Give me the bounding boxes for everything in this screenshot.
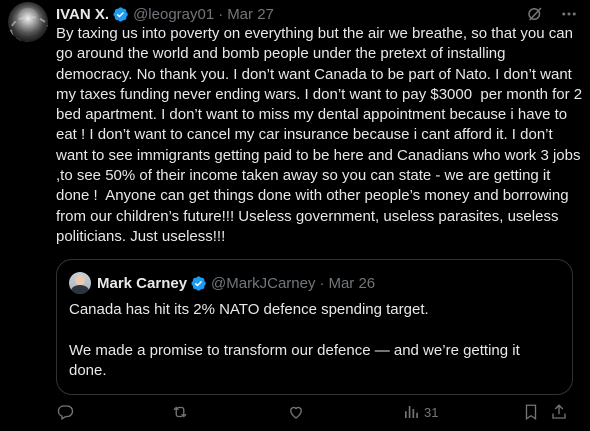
- author-handle[interactable]: @leogray01: [133, 6, 214, 23]
- tweet-date[interactable]: Mar 27: [227, 6, 274, 23]
- quoted-tweet[interactable]: Mark Carney @MarkJCarney · Mar 26 Canada…: [56, 259, 573, 395]
- author-avatar[interactable]: [8, 2, 48, 42]
- header-actions: [526, 5, 578, 23]
- reply-button[interactable]: [56, 403, 74, 421]
- share-button[interactable]: [550, 403, 568, 421]
- quoted-text: Canada has hit its 2% NATO defence spend…: [69, 301, 520, 379]
- verified-badge-icon: [112, 6, 129, 23]
- views-count: 31: [424, 404, 439, 420]
- tweet-text: By taxing us into poverty on everything …: [56, 25, 587, 245]
- retweet-button[interactable]: [171, 403, 189, 421]
- separator-dot: ·: [319, 274, 325, 292]
- more-icon[interactable]: [560, 5, 578, 23]
- quoted-author-handle[interactable]: @MarkJCarney: [211, 275, 315, 292]
- quoted-avatar[interactable]: [69, 272, 91, 294]
- views-icon: [402, 403, 420, 421]
- share-icon: [550, 403, 568, 421]
- tweet-header: IVAN X. @leogray01 · Mar 27: [56, 4, 274, 24]
- views-button[interactable]: 31: [402, 403, 438, 421]
- bookmark-icon: [522, 403, 540, 421]
- grok-icon[interactable]: [526, 5, 544, 23]
- like-icon: [287, 403, 305, 421]
- verified-badge-icon: [190, 275, 207, 292]
- retweet-icon: [171, 403, 189, 421]
- like-button[interactable]: [287, 403, 305, 421]
- quoted-header: Mark Carney @MarkJCarney · Mar 26: [69, 272, 560, 294]
- reply-icon: [56, 403, 74, 421]
- separator-dot: ·: [218, 5, 224, 23]
- author-name[interactable]: IVAN X.: [56, 6, 109, 23]
- quoted-author-name[interactable]: Mark Carney: [97, 275, 187, 292]
- tweet-actions: 31: [56, 403, 584, 423]
- quoted-date[interactable]: Mar 26: [328, 275, 375, 292]
- bookmark-button[interactable]: [522, 403, 540, 421]
